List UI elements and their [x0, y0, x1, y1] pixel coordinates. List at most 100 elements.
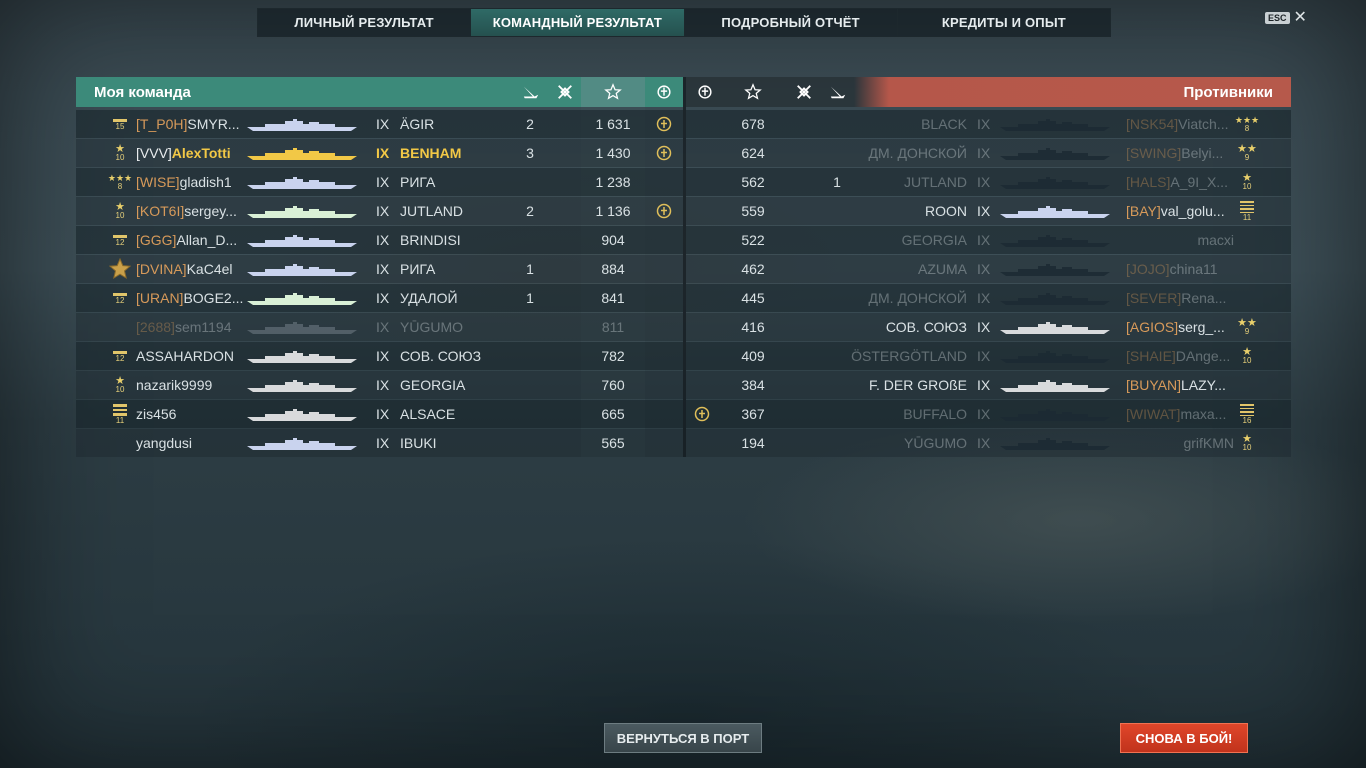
player-name[interactable]: [HALS]A_9I_X...: [1126, 168, 1238, 196]
enemy-team-row[interactable]: 562 1 JUTLAND IX [HALS]A_9I_X... ★ 10: [686, 168, 1291, 196]
player-name[interactable]: [BUYAN]LAZY...: [1126, 371, 1238, 399]
enemy-team-row[interactable]: 559 ROON IX [BAY]val_golu... 11: [686, 197, 1291, 225]
achievement-icon[interactable]: [647, 77, 681, 107]
player-name[interactable]: [T_P0H]SMYR...: [136, 110, 248, 138]
player-name[interactable]: [WIWAT]maxa...: [1126, 400, 1238, 428]
my-team-row[interactable]: 12 [URAN]BOGE2... IX УДАЛОЙ 1 841: [76, 284, 683, 312]
rank-badge-icon: 12: [109, 229, 131, 251]
close-icon[interactable]: ✕: [1294, 10, 1307, 26]
ships-destroyed-icon[interactable]: [823, 77, 853, 107]
rank-number: 10: [1242, 443, 1252, 452]
my-team-row[interactable]: 15 [T_P0H]SMYR... IX ÄGIR 2 1 631: [76, 110, 683, 138]
planes-destroyed-count: [831, 284, 843, 312]
ship-silhouette-icon: [1000, 264, 1110, 276]
ships-destroyed-count: [866, 197, 878, 225]
enemy-team-row[interactable]: 624 ДМ. ДОНСКОЙ IX [SWING]Belyi... ★★ 9: [686, 139, 1291, 167]
row-content: 11 zis456 IX ALSACE 665: [76, 400, 683, 428]
player-name[interactable]: [AGIOS]serg_...: [1126, 313, 1238, 341]
planes-destroyed-count: 1: [833, 174, 841, 190]
enemy-team-row[interactable]: 409 ÖSTERGÖTLAND IX [SHAIE]DAnge... ★ 10: [686, 342, 1291, 370]
enemy-team-row[interactable]: 678 BLACK IX [NSK54]Viatch... ★★★ 8: [686, 110, 1291, 138]
player-nickname: grifKMN: [1183, 435, 1234, 451]
player-name[interactable]: yangdusi: [136, 429, 248, 457]
player-name[interactable]: [VVV]AlexTotti: [136, 139, 248, 167]
player-name[interactable]: grifKMN: [1126, 429, 1234, 457]
player-name[interactable]: [SWING]Belyi...: [1126, 139, 1238, 167]
enemy-team-row[interactable]: 445 ДМ. ДОНСКОЙ IX [SEVER]Rena...: [686, 284, 1291, 312]
player-name[interactable]: [KOT6I]sergey...: [136, 197, 248, 225]
player-name[interactable]: ASSAHARDON: [136, 342, 248, 370]
xp-star-icon[interactable]: [738, 77, 768, 107]
clan-tag: [VVV]: [136, 145, 172, 161]
planes-destroyed-count: [831, 371, 843, 399]
battle-again-button[interactable]: СНОВА В БОЙ!: [1120, 723, 1248, 753]
enemy-team-row[interactable]: 194 YŪGUMO IX grifKMN ★ 10: [686, 429, 1291, 457]
row-content: ★ 10 [VVV]AlexTotti IX BENHAM 3 1 430: [76, 139, 683, 167]
planes-destroyed-icon[interactable]: [789, 77, 819, 107]
player-name[interactable]: [NSK54]Viatch...: [1126, 110, 1238, 138]
my-team-row[interactable]: yangdusi IX IBUKI 565: [76, 429, 683, 457]
achievement-icon[interactable]: [690, 77, 720, 107]
player-name[interactable]: zis456: [136, 400, 248, 428]
my-team-row[interactable]: 12 ASSAHARDON IX СОВ. СОЮЗ 782: [76, 342, 683, 370]
return-to-port-button[interactable]: ВЕРНУТЬСЯ В ПОРТ: [604, 723, 762, 753]
player-name[interactable]: [GGG]Allan_D...: [136, 226, 248, 254]
rank-badge-icon: ★ 10: [1242, 346, 1252, 365]
ship-tier: IX: [376, 377, 390, 393]
player-name[interactable]: macxi: [1126, 226, 1234, 254]
my-team-row[interactable]: 11 zis456 IX ALSACE 665: [76, 400, 683, 428]
player-name[interactable]: [2688]sem1194: [136, 313, 248, 341]
tab-credits-xp[interactable]: КРЕДИТЫ И ОПЫТ: [898, 9, 1110, 36]
player-name[interactable]: [JOJO]china11: [1126, 255, 1238, 283]
player-name[interactable]: [SHAIE]DAnge...: [1126, 342, 1238, 370]
tab-detailed-report[interactable]: ПОДРОБНЫЙ ОТЧЁТ: [685, 9, 898, 36]
ship-silhouette-icon: [1000, 206, 1110, 218]
clan-tag: [BUYAN]: [1126, 377, 1181, 393]
ships-destroyed-count: [866, 110, 878, 138]
base-xp: 194: [741, 435, 765, 451]
my-team-row[interactable]: ★ 10 [KOT6I]sergey... IX JUTLAND 2 1 136: [76, 197, 683, 225]
ships-destroyed-icon[interactable]: [516, 77, 546, 107]
rank-number: 8: [1244, 124, 1250, 133]
player-nickname: DAnge...: [1175, 348, 1231, 364]
player-name[interactable]: [SEVER]Rena...: [1126, 284, 1238, 312]
my-team-row[interactable]: ★ 10 nazarik9999 IX GEORGIA 760: [76, 371, 683, 399]
row-content: 12 [URAN]BOGE2... IX УДАЛОЙ 1 841: [76, 284, 683, 312]
rank-number: 16: [1242, 416, 1252, 425]
my-team-row[interactable]: ★ 10 [VVV]AlexTotti IX BENHAM 3 1 430: [76, 139, 683, 167]
ship-name: BUFFALO: [903, 406, 967, 422]
player-nickname: nazarik9999: [136, 377, 213, 393]
player-name[interactable]: [DVINA]KaC4el: [136, 255, 248, 283]
enemy-team-row[interactable]: 384 F. DER GROßE IX [BUYAN]LAZY...: [686, 371, 1291, 399]
enemy-team-row[interactable]: 367 BUFFALO IX [WIWAT]maxa... 16: [686, 400, 1291, 428]
xp-star-icon[interactable]: [581, 77, 645, 107]
player-nickname: sergey...: [184, 203, 237, 219]
my-team-row[interactable]: 12 [GGG]Allan_D... IX BRINDISI 904: [76, 226, 683, 254]
planes-destroyed-icon[interactable]: [550, 77, 580, 107]
planes-destroyed-count: [831, 139, 843, 167]
planes-destroyed-count: [558, 400, 570, 428]
player-name[interactable]: [BAY]val_golu...: [1126, 197, 1238, 225]
tab-personal-result[interactable]: ЛИЧНЫЙ РЕЗУЛЬТАТ: [258, 9, 472, 36]
player-nickname: Rena...: [1181, 290, 1227, 306]
enemy-team-row[interactable]: 416 СОВ. СОЮЗ IX [AGIOS]serg_... ★★ 9: [686, 313, 1291, 341]
player-name[interactable]: nazarik9999: [136, 371, 248, 399]
player-nickname: macxi: [1197, 232, 1234, 248]
my-team-row[interactable]: [2688]sem1194 IX YŪGUMO 811: [76, 313, 683, 341]
player-nickname: BOGE2...: [183, 290, 244, 306]
enemy-team-title: Противники: [1183, 84, 1273, 101]
player-name[interactable]: [WISE]gladish1: [136, 168, 248, 196]
my-team-row[interactable]: [DVINA]KaC4el IX РИГА 1 884: [76, 255, 683, 283]
rank-badge-icon: 11: [109, 403, 131, 425]
enemy-team-row[interactable]: 462 AZUMA IX [JOJO]china11: [686, 255, 1291, 283]
my-team-row[interactable]: ★★★ 8 [WISE]gladish1 IX РИГА 1 238: [76, 168, 683, 196]
ship-tier: IX: [977, 348, 991, 364]
planes-destroyed-count: [558, 313, 570, 341]
tab-team-result[interactable]: КОМАНДНЫЙ РЕЗУЛЬТАТ: [471, 9, 685, 36]
close-control[interactable]: ESC ✕: [1265, 10, 1307, 26]
ship-silhouette-icon: [247, 148, 357, 160]
player-name[interactable]: [URAN]BOGE2...: [136, 284, 248, 312]
clan-tag: [GGG]: [136, 232, 177, 248]
ship-tier: IX: [376, 203, 390, 219]
enemy-team-row[interactable]: 522 GEORGIA IX macxi: [686, 226, 1291, 254]
